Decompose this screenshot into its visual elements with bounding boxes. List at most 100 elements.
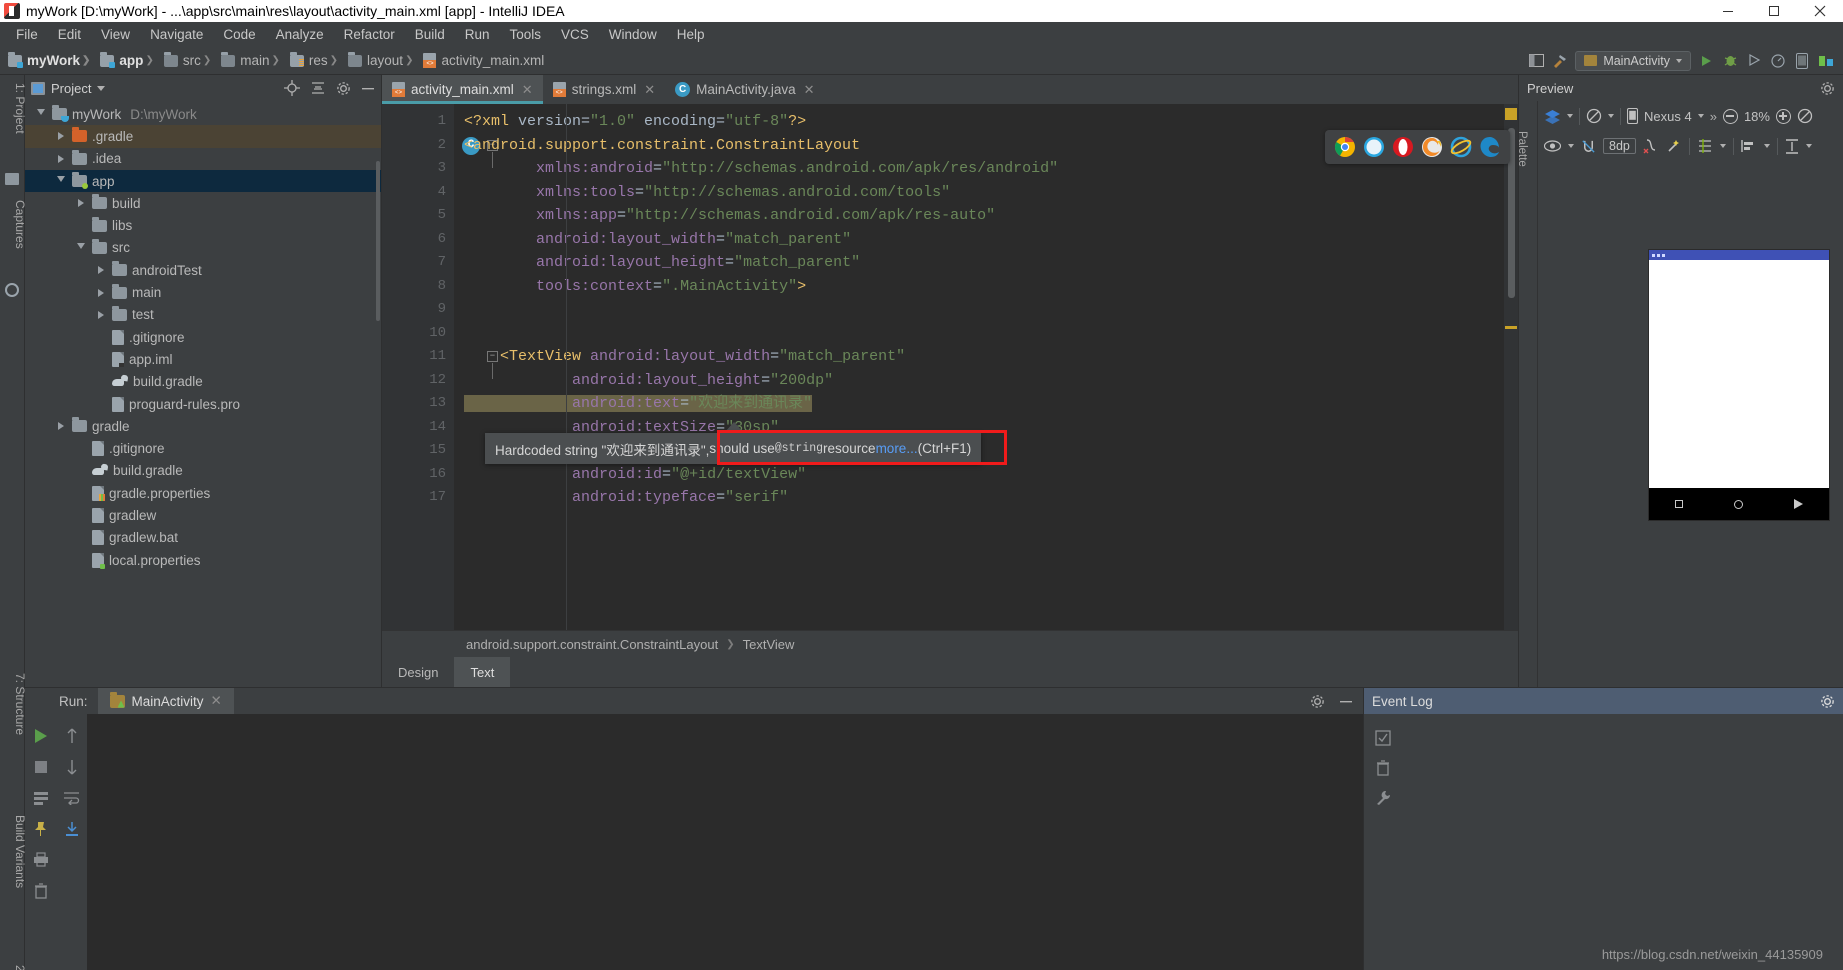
breadcrumb-app[interactable]: app [80,51,143,68]
breadcrumb-mywork[interactable]: myWork [8,51,80,68]
code-line[interactable]: xmlns:app="http://schemas.android.com/ap… [454,204,1504,228]
distribute-icon[interactable] [1785,138,1799,154]
code-line[interactable]: android:typeface="serif" [454,486,1504,510]
zoom-fit-icon[interactable] [1797,108,1813,124]
tree-item-gitignore[interactable]: .gitignore [25,326,381,348]
tree-item-gradle[interactable]: gradle [25,415,381,437]
close-icon[interactable]: ✕ [804,82,815,98]
breadcrumb-constraintlayout[interactable]: android.support.constraint.ConstraintLay… [466,637,718,652]
chevron-down-icon[interactable] [1805,144,1812,148]
stop-button[interactable] [25,751,56,782]
settings-gear-icon[interactable] [1820,694,1835,709]
tab-activity-main-xml[interactable]: activity_main.xml ✕ [382,75,543,104]
code-line[interactable]: android:layout_width="match_parent" [454,228,1504,252]
tree-item-gradlew-bat[interactable]: gradlew.bat [25,527,381,549]
tree-item-idea[interactable]: .idea [25,148,381,170]
tree-item-main[interactable]: main [25,281,381,303]
preview-layout-icon[interactable] [1527,52,1545,70]
code-line[interactable]: android:text="欢迎来到通讯录" [454,392,1504,416]
sidebar-item-favorites[interactable]: 2: Favorites [13,965,27,970]
tree-item-local-properties[interactable]: local.properties [25,549,381,571]
zoom-out-icon[interactable] [1722,108,1738,124]
tree-item-app-iml[interactable]: app.iml [25,348,381,370]
menu-file[interactable]: File [6,25,48,44]
sidebar-item-build-variants[interactable]: Build Variants [13,815,27,888]
chevron-down-icon[interactable] [1697,114,1704,118]
menu-vcs[interactable]: VCS [551,25,599,44]
breadcrumb-src[interactable]: src [143,51,201,68]
run-coverage-icon[interactable] [1745,52,1763,70]
menu-edit[interactable]: Edit [48,25,91,44]
chevron-right-icon[interactable] [75,199,87,208]
download-button[interactable] [56,813,87,844]
breadcrumb-textview[interactable]: TextView [743,637,795,652]
code-line[interactable]: android:layout_height="match_parent" [454,251,1504,275]
warning-marker[interactable] [1505,326,1517,329]
locate-file-icon[interactable] [284,80,300,96]
settings-gear-icon[interactable] [1310,694,1325,709]
preview-canvas[interactable] [1538,161,1843,687]
menu-run[interactable]: Run [455,25,500,44]
menu-help[interactable]: Help [667,25,715,44]
build-hammer-icon[interactable] [1551,52,1569,70]
tree-item-build[interactable]: build [25,192,381,214]
code-editor[interactable]: 1 2 C −3 4 5 6 7 8 9 10 11−12 13 14 15 16 17 <?xml versi… [382,104,1518,630]
menu-analyze[interactable]: Analyze [266,25,334,44]
code-line[interactable]: xmlns:tools="http://schemas.android.com/… [454,181,1504,205]
delete-button[interactable] [25,875,56,906]
sdk-manager-icon[interactable] [1817,52,1835,70]
source-code[interactable]: <?xml version="1.0" encoding="utf-8"?> <a… [454,104,1504,630]
scroll-down-button[interactable] [56,751,87,782]
mark-read-icon[interactable] [1375,730,1391,746]
chevron-right-icon[interactable] [55,132,67,141]
wrench-icon[interactable] [1375,790,1391,806]
hide-panel-icon[interactable] [1339,694,1353,708]
device-preview[interactable] [1648,249,1830,521]
settings-gear-icon[interactable] [1820,81,1835,96]
tab-design[interactable]: Design [382,657,454,687]
menu-code[interactable]: Code [213,25,265,44]
pin-button[interactable] [25,813,56,844]
menu-build[interactable]: Build [405,25,455,44]
tree-item-app[interactable]: app [25,169,381,193]
guidelines-icon[interactable] [1697,138,1713,154]
code-line[interactable]: android:id="@+id/textView" [454,463,1504,487]
device-selector-label[interactable]: Nexus 4 [1644,109,1692,124]
tab-mainactivity-java[interactable]: C MainActivity.java ✕ [665,75,824,104]
tree-item-test[interactable]: test [25,304,381,326]
overflow-chevrons[interactable]: » [1710,109,1717,124]
breadcrumb-res[interactable]: res [269,51,328,68]
menu-navigate[interactable]: Navigate [140,25,213,44]
project-tree[interactable]: myWork D:\myWork .gradle .idea app build libs s… [25,101,381,687]
eye-icon[interactable] [1544,140,1561,152]
tree-item-build-gradle[interactable]: build.gradle [25,460,381,482]
code-line[interactable] [454,298,1504,322]
opera-icon[interactable] [1392,136,1414,158]
delete-icon[interactable] [1376,760,1390,776]
chevron-right-icon[interactable] [95,266,107,275]
tree-item-gradle[interactable]: .gradle [25,125,381,148]
run-tab-mainactivity[interactable]: MainActivity ✕ [97,688,234,714]
tree-item-libs[interactable]: libs [25,214,381,236]
chevron-right-icon[interactable] [55,422,67,431]
menu-window[interactable]: Window [599,25,667,44]
tree-item-androidtest[interactable]: androidTest [25,259,381,281]
orientation-icon[interactable] [1586,108,1602,124]
close-button[interactable] [1797,0,1843,22]
menu-refactor[interactable]: Refactor [334,25,405,44]
settings-gear-icon[interactable] [336,81,351,96]
run-configuration-selector[interactable]: MainActivity [1575,50,1691,71]
tree-item-src[interactable]: src [25,237,381,259]
chevron-right-icon[interactable] [95,288,107,297]
internet-explorer-icon[interactable] [1450,136,1472,158]
chevron-down-icon[interactable] [1568,144,1574,148]
chevron-down-icon[interactable] [1763,144,1770,148]
menu-tools[interactable]: Tools [500,25,552,44]
zoom-in-icon[interactable] [1775,108,1791,124]
clear-constraints-icon[interactable] [1643,138,1659,154]
menu-view[interactable]: View [91,25,140,44]
avd-manager-icon[interactable] [1793,52,1811,70]
margin-value[interactable]: 8dp [1603,138,1636,154]
project-view-selector[interactable]: Project [31,81,106,96]
firefox-icon[interactable] [1421,136,1443,158]
